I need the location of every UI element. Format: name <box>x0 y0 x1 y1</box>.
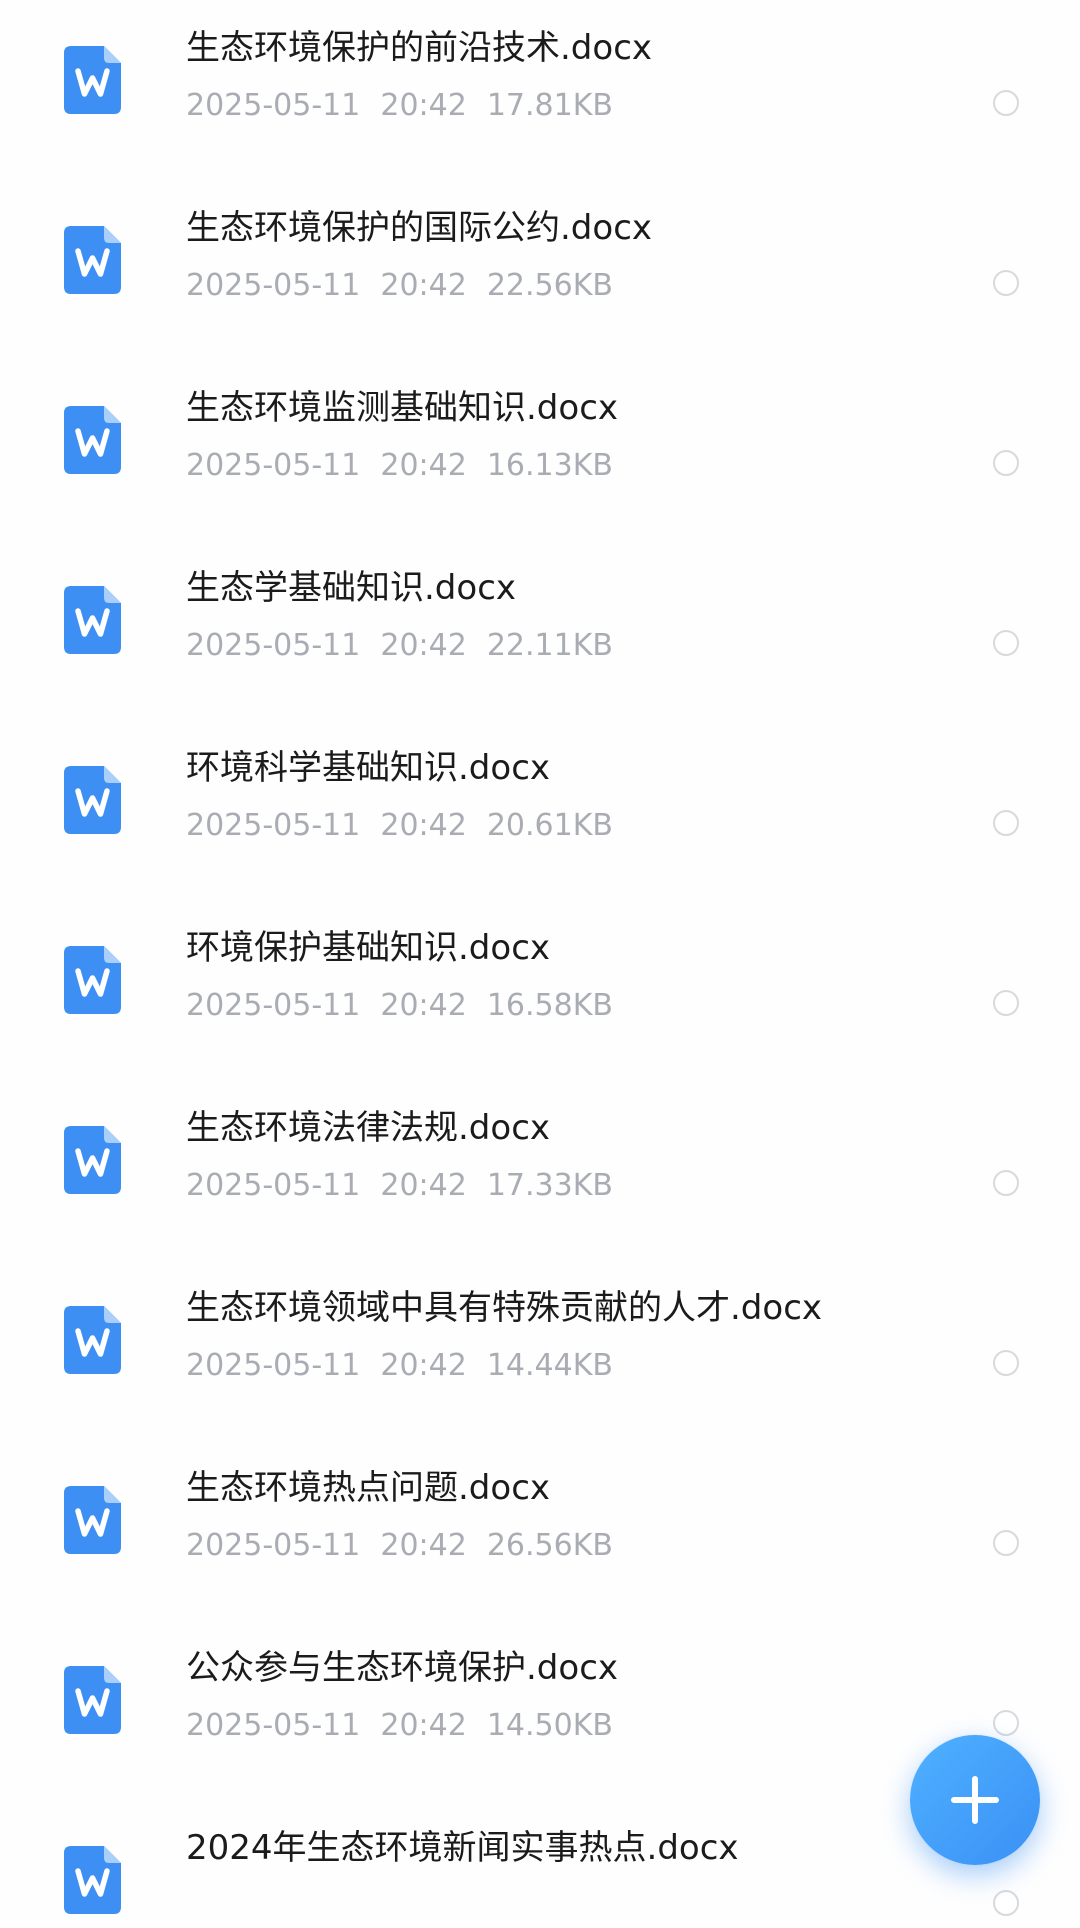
file-name: 环境科学基础知识.docx <box>186 748 551 788</box>
select-radio[interactable] <box>993 1350 1019 1376</box>
plus-icon <box>951 1776 999 1824</box>
file-row[interactable]: 生态环境保护的国际公约.docx 2025-05-11 20:42 22.56KB <box>0 180 1080 360</box>
file-size: 16.13KB <box>486 448 613 483</box>
file-row[interactable]: 环境科学基础知识.docx 2025-05-11 20:42 20.61KB <box>0 720 1080 900</box>
file-time: 20:42 <box>380 988 467 1023</box>
file-name: 生态环境法律法规.docx <box>186 1108 551 1148</box>
file-date: 2025-05-11 <box>186 988 361 1023</box>
file-row[interactable]: 生态环境保护的前沿技术.docx 2025-05-11 20:42 17.81KB <box>0 0 1080 180</box>
file-meta: 2025-05-11 20:42 16.13KB <box>186 446 613 486</box>
select-radio[interactable] <box>993 1890 1019 1916</box>
file-date: 2025-05-11 <box>186 1348 361 1383</box>
file-row[interactable]: 生态环境领域中具有特殊贡献的人才.docx 2025-05-11 20:42 14.… <box>0 1260 1080 1440</box>
word-document-icon <box>64 586 121 654</box>
file-name: 生态环境保护的前沿技术.docx <box>186 28 653 68</box>
file-time: 20:42 <box>380 268 467 303</box>
file-meta: 2025-05-11 20:42 16.58KB <box>186 986 613 1026</box>
select-radio[interactable] <box>993 90 1019 116</box>
file-size: 22.56KB <box>486 268 613 303</box>
file-date: 2025-05-11 <box>186 448 361 483</box>
file-row[interactable]: 生态环境热点问题.docx 2025-05-11 20:42 26.56KB <box>0 1440 1080 1620</box>
file-row[interactable]: 环境保护基础知识.docx 2025-05-11 20:42 16.58KB <box>0 900 1080 1080</box>
file-row[interactable]: 生态环境监测基础知识.docx 2025-05-11 20:42 16.13KB <box>0 360 1080 540</box>
file-size: 16.58KB <box>486 988 613 1023</box>
file-time: 20:42 <box>380 808 467 843</box>
file-date: 2025-05-11 <box>186 808 361 843</box>
select-radio[interactable] <box>993 450 1019 476</box>
word-document-icon <box>64 46 121 114</box>
file-meta: 2025-05-11 20:42 26.56KB <box>186 1526 613 1566</box>
file-name: 2024年生态环境新闻实事热点.docx <box>186 1828 739 1868</box>
word-document-icon <box>64 1846 121 1914</box>
select-radio[interactable] <box>993 270 1019 296</box>
file-list: 生态环境保护的前沿技术.docx 2025-05-11 20:42 17.81KB … <box>0 0 1080 1928</box>
file-row[interactable]: 生态学基础知识.docx 2025-05-11 20:42 22.11KB <box>0 540 1080 720</box>
word-document-icon <box>64 406 121 474</box>
file-name: 公众参与生态环境保护.docx <box>186 1648 619 1688</box>
word-document-icon <box>64 1486 121 1554</box>
file-meta: 2025-05-11 20:42 17.33KB <box>186 1166 613 1206</box>
file-name: 生态环境监测基础知识.docx <box>186 388 619 428</box>
word-document-icon <box>64 946 121 1014</box>
file-date: 2025-05-11 <box>186 88 361 123</box>
file-size: 14.50KB <box>486 1708 613 1743</box>
file-name: 生态环境领域中具有特殊贡献的人才.docx <box>186 1288 823 1328</box>
select-radio[interactable] <box>993 1710 1019 1736</box>
word-document-icon <box>64 1666 121 1734</box>
file-time: 20:42 <box>380 88 467 123</box>
file-meta: 2025-05-11 20:42 17.81KB <box>186 86 613 126</box>
file-size: 22.11KB <box>486 628 613 663</box>
file-meta: 2025-05-11 20:42 14.50KB <box>186 1706 613 1746</box>
file-row[interactable]: 生态环境法律法规.docx 2025-05-11 20:42 17.33KB <box>0 1080 1080 1260</box>
select-radio[interactable] <box>993 1170 1019 1196</box>
word-document-icon <box>64 226 121 294</box>
file-time: 20:42 <box>380 1168 467 1203</box>
file-meta: 2025-05-11 20:42 22.11KB <box>186 626 613 666</box>
file-name: 生态学基础知识.docx <box>186 568 517 608</box>
add-file-button[interactable] <box>910 1735 1040 1865</box>
file-size: 17.81KB <box>486 88 613 123</box>
file-date: 2025-05-11 <box>186 628 361 663</box>
file-time: 20:42 <box>380 628 467 663</box>
file-date: 2025-05-11 <box>186 1708 361 1743</box>
file-date: 2025-05-11 <box>186 1168 361 1203</box>
file-meta: 2025-05-11 20:42 22.56KB <box>186 266 613 306</box>
file-meta: 2025-05-11 20:42 14.44KB <box>186 1346 613 1386</box>
file-size: 17.33KB <box>486 1168 613 1203</box>
file-name: 生态环境热点问题.docx <box>186 1468 551 1508</box>
file-date: 2025-05-11 <box>186 1528 361 1563</box>
file-time: 20:42 <box>380 1528 467 1563</box>
file-name: 环境保护基础知识.docx <box>186 928 551 968</box>
file-size: 20.61KB <box>486 808 613 843</box>
select-radio[interactable] <box>993 630 1019 656</box>
file-time: 20:42 <box>380 1708 467 1743</box>
word-document-icon <box>64 1306 121 1374</box>
file-time: 20:42 <box>380 448 467 483</box>
select-radio[interactable] <box>993 990 1019 1016</box>
word-document-icon <box>64 766 121 834</box>
file-time: 20:42 <box>380 1348 467 1383</box>
file-size: 14.44KB <box>486 1348 613 1383</box>
file-name: 生态环境保护的国际公约.docx <box>186 208 653 248</box>
select-radio[interactable] <box>993 810 1019 836</box>
word-document-icon <box>64 1126 121 1194</box>
select-radio[interactable] <box>993 1530 1019 1556</box>
file-meta: 2025-05-11 20:42 20.61KB <box>186 806 613 846</box>
file-date: 2025-05-11 <box>186 268 361 303</box>
file-size: 26.56KB <box>486 1528 613 1563</box>
